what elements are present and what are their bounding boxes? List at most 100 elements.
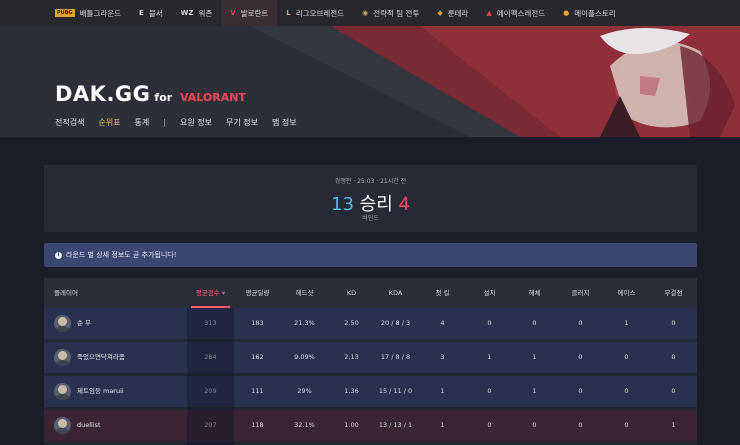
cell-clutch: 0 [578, 421, 583, 429]
cell-kda: 15 / 11 / 0 [378, 387, 413, 395]
cell-kd: 1.36 [344, 387, 359, 395]
avatar [54, 349, 71, 366]
info-icon: i [55, 251, 62, 259]
player-name[interactable]: duellist [77, 410, 101, 441]
notice-banner: i 라운드 별 상세 정보도 곧 추가됩니다! [44, 243, 697, 267]
match-result: 승리 [359, 194, 393, 215]
match-summary: 경쟁전 · 25:03 · 21시간 전 13 승리 4 바인드 [44, 165, 697, 232]
nav-weapons[interactable]: 무기 정보 [226, 117, 258, 128]
table-row[interactable]: 제트임둥 maruii 209 111 29% 1.36 15 / 11 / 0… [44, 376, 697, 407]
avatar [54, 383, 71, 400]
table-row[interactable]: 순 무 313 183 21.3% 2.50 20 / 8 / 3 4 0 0 … [44, 308, 697, 339]
pubg-icon: PUBG [55, 9, 75, 17]
game-tab-lol[interactable]: L 리그오브레전드 [277, 0, 353, 26]
col-avg-damage[interactable]: 평균딜량 [234, 278, 281, 308]
avatar [54, 417, 71, 434]
game-tab-pubg[interactable]: PUBG 배틀그라운드 [46, 0, 130, 26]
table-row[interactable]: duellist 207 118 32.1% 1.00 13 / 13 / 1 … [44, 410, 697, 441]
cell-first-kill: 1 [440, 387, 445, 395]
col-ace[interactable]: 에이스 [603, 278, 650, 308]
warzone-icon: WZ [180, 9, 194, 17]
cell-avg-damage: 118 [251, 421, 264, 429]
score-win: 13 [331, 194, 354, 215]
col-clutch[interactable]: 클러치 [557, 278, 604, 308]
lol-icon: L [286, 9, 291, 17]
logo-main: DAK.GG [55, 82, 151, 106]
cell-plant: 0 [487, 387, 492, 395]
site-logo[interactable]: DAK.GG for VALORANT [55, 82, 246, 106]
game-tab-label: 배틀그라운드 [79, 8, 122, 18]
cell-headshot: 29% [297, 387, 312, 395]
match-map: 바인드 [362, 215, 379, 222]
notice-text: 라운드 별 상세 정보도 곧 추가됩니다! [66, 251, 177, 259]
game-tab-tft[interactable]: ◉ 전략적 팀 전투 [353, 0, 428, 26]
nav-ranking[interactable]: 순위표 [98, 117, 120, 128]
scoreboard-table: 플레이어 평균점수 ▾ 평균딜량 헤드샷 KD KDA 첫 킬 설치 해체 클러… [44, 278, 697, 445]
tft-icon: ◉ [362, 9, 369, 17]
game-tab-label: 리그오브레전드 [295, 8, 345, 18]
logo-for: for [154, 91, 173, 104]
top-game-bar: PUBG 배틀그라운드 E 블서 WZ 워존 V 발로란트 L 리그오브레전드 ◉ 전략적 … [0, 0, 740, 26]
runeterra-icon: ◆ [437, 9, 443, 17]
game-tab-label: 워존 [198, 8, 213, 18]
cell-defuse: 0 [532, 421, 537, 429]
game-tab-label: 블서 [148, 8, 163, 18]
cell-defuse: 1 [532, 387, 537, 395]
score-lose: 4 [398, 194, 410, 215]
cell-headshot: 32.1% [294, 421, 315, 429]
cell-clutch: 0 [578, 387, 583, 395]
nav-search[interactable]: 전적검색 [55, 117, 84, 128]
logo-game: VALORANT [180, 91, 246, 104]
match-meta: 경쟁전 · 25:03 · 21시간 전 [334, 178, 407, 185]
cell-ace: 1 [624, 319, 629, 327]
game-tab-warzone[interactable]: WZ 워존 [172, 0, 222, 26]
cell-kd: 2.13 [344, 353, 359, 361]
cell-avg-damage: 162 [251, 353, 264, 361]
col-flawless[interactable]: 무결점 [650, 278, 697, 308]
col-headshot[interactable]: 헤드샷 [281, 278, 328, 308]
game-tab-eternal-return[interactable]: E 블서 [130, 0, 172, 26]
player-name[interactable]: 제트임둥 maruii [77, 376, 124, 407]
cell-first-kill: 1 [440, 421, 445, 429]
game-tab-runeterra[interactable]: ◆ 룬테라 [428, 0, 477, 26]
col-avg-score[interactable]: 평균점수 ▾ [187, 278, 234, 308]
table-row[interactable]: 죽었으면닥쳐라좀 284 162 9.09% 2.13 17 / 8 / 8 3… [44, 342, 697, 373]
cell-flawless: 0 [671, 319, 676, 327]
maplestory-icon: ● [563, 9, 570, 17]
nav-agents[interactable]: 요원 정보 [180, 117, 212, 128]
game-tab-apex[interactable]: ▲ 에이펙스레전드 [477, 0, 554, 26]
col-kd[interactable]: KD [328, 278, 375, 308]
cell-headshot: 21.3% [294, 319, 315, 327]
cell-first-kill: 3 [440, 353, 445, 361]
col-defuse[interactable]: 해체 [511, 278, 558, 308]
game-tab-label: 에이펙스레전드 [496, 8, 546, 18]
cell-avg-damage: 183 [251, 319, 264, 327]
cell-kda: 17 / 8 / 8 [380, 353, 411, 361]
cell-ace: 0 [624, 421, 629, 429]
col-player[interactable]: 플레이어 [44, 278, 174, 308]
sorted-column-highlight [187, 308, 234, 445]
col-first-kill[interactable]: 첫 킬 [419, 278, 466, 308]
game-tab-valorant[interactable]: V 발로란트 [221, 0, 278, 26]
col-kda[interactable]: KDA [372, 278, 419, 308]
player-name[interactable]: 순 무 [77, 308, 91, 339]
nav-separator: | [163, 118, 166, 127]
nav-stats[interactable]: 통계 [135, 117, 150, 128]
cell-flawless: 0 [671, 387, 676, 395]
player-name[interactable]: 죽었으면닥쳐라좀 [77, 342, 125, 373]
cell-clutch: 0 [578, 319, 583, 327]
avatar [54, 315, 71, 332]
cell-avg-damage: 111 [251, 387, 264, 395]
cell-plant: 0 [487, 319, 492, 327]
col-plant[interactable]: 설치 [466, 278, 513, 308]
cell-kd: 1.00 [344, 421, 359, 429]
cell-flawless: 1 [671, 421, 676, 429]
game-tab-maplestory[interactable]: ● 메이플스토리 [554, 0, 625, 26]
cell-kda: 13 / 13 / 1 [378, 421, 413, 429]
game-tab-label: 전략적 팀 전투 [373, 8, 420, 18]
nav-maps[interactable]: 맵 정보 [272, 117, 297, 128]
game-tab-label: 발로란트 [240, 8, 269, 18]
valorant-icon: V [230, 9, 236, 17]
game-tab-label: 룬테라 [447, 8, 469, 18]
cell-ace: 0 [624, 353, 629, 361]
